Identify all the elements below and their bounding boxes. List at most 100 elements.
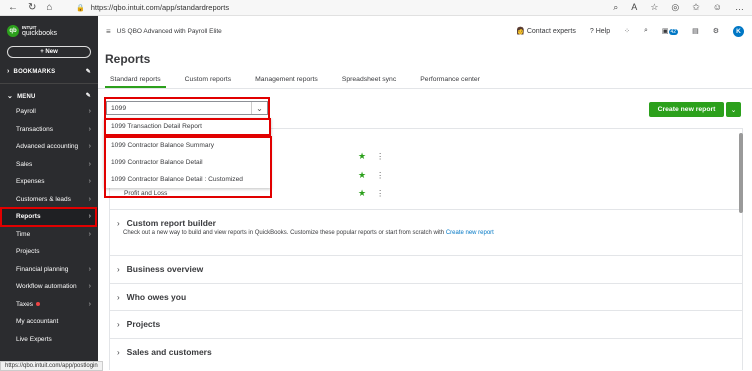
top-bar: ≡ US QBO Advanced with Payroll Elite 👩 C…	[98, 16, 752, 46]
section-projects: › Projects	[109, 310, 743, 337]
sidebar-item-payroll[interactable]: Payroll ›	[0, 103, 98, 121]
favorite-row: ★ ⋮	[358, 170, 384, 181]
back-icon[interactable]: ←	[8, 2, 18, 13]
lock-icon: 🔒	[76, 4, 85, 12]
pencil-icon[interactable]: ✎	[86, 92, 91, 99]
browser-toolbar: ← ↻ ⌂ 🔒 https://qbo.intuit.com/app/stand…	[0, 0, 752, 16]
sidebar-item-financial-planning[interactable]: Financial planning ›	[0, 261, 98, 279]
refresh-icon[interactable]: ↻	[28, 2, 36, 13]
gear-icon[interactable]: ⚙	[713, 27, 719, 35]
user-avatar[interactable]: K	[733, 25, 744, 37]
sidebar-item-sales[interactable]: Sales ›	[0, 156, 98, 174]
help-button[interactable]: ? Help	[590, 28, 610, 35]
chevron-right-icon: ›	[88, 160, 91, 168]
tab-standard-reports[interactable]: Standard reports	[105, 73, 166, 88]
scrollbar-thumb[interactable]	[739, 133, 743, 213]
section-custom-report-builder: › Custom report builder Check out a new w…	[109, 209, 743, 255]
sidebar-item-transactions[interactable]: Transactions ›	[0, 121, 98, 139]
chevron-right-icon: ›	[88, 143, 91, 151]
contact-experts-button[interactable]: 👩 Contact experts	[516, 27, 576, 35]
tab-performance-center[interactable]: Performance center	[415, 73, 485, 88]
section-description: Check out a new way to build and view re…	[123, 230, 494, 236]
highlight-first-option	[104, 118, 271, 136]
browser-tools: ⌕ A ☆ ◎ ✩ ☺ …	[613, 2, 752, 13]
section-header[interactable]: › Projects	[109, 311, 743, 337]
chevron-right-icon: ›	[88, 195, 91, 203]
menu-toggle-icon[interactable]: ≡	[106, 27, 111, 36]
apps-icon[interactable]: ⁘	[624, 27, 630, 35]
favorites-icon[interactable]: ✩	[692, 2, 700, 13]
notification-badge: 42	[668, 29, 679, 35]
create-new-report-button[interactable]: Create new report	[649, 102, 724, 117]
favorite-row: ★ ⋮	[358, 151, 384, 162]
read-aloud-icon[interactable]: A	[631, 2, 637, 13]
tab-management-reports[interactable]: Management reports	[250, 73, 323, 88]
quickbooks-logo[interactable]: qb INTUIT quickbooks	[0, 16, 98, 40]
section-header[interactable]: › Sales and customers	[109, 339, 743, 365]
qb-logo-icon: qb	[7, 24, 19, 37]
sidebar-item-time[interactable]: Time ›	[0, 226, 98, 244]
address-bar[interactable]: 🔒 https://qbo.intuit.com/app/standardrep…	[68, 2, 613, 14]
chevron-right-icon: ›	[117, 218, 120, 228]
profile-icon[interactable]: ☺	[713, 2, 722, 13]
create-report-menu-button[interactable]: ⌄	[726, 102, 741, 117]
tab-spreadsheet-sync[interactable]: Spreadsheet sync	[337, 73, 401, 88]
address-text: https://qbo.intuit.com/app/standardrepor…	[90, 3, 230, 12]
section-header[interactable]: › Business overview	[109, 256, 743, 282]
section-header[interactable]: › Who owes you	[109, 284, 743, 310]
sidebar-item-expenses[interactable]: Expenses ›	[0, 173, 98, 191]
page-title: Reports	[105, 52, 151, 66]
sidebar-item-live-experts[interactable]: Live Experts	[0, 331, 98, 349]
chat-icon: ▣	[661, 28, 669, 35]
chevron-right-icon: ›	[88, 300, 91, 308]
sidebar-item-my-accountant[interactable]: My accountant	[0, 313, 98, 331]
sidebar-item-workflow-automation[interactable]: Workflow automation ›	[0, 278, 98, 296]
new-button[interactable]: + New	[7, 46, 91, 58]
logo-name: quickbooks	[22, 29, 58, 37]
browser-nav: ← ↻ ⌂	[0, 2, 68, 13]
sidebar-item-taxes[interactable]: Taxes ›	[0, 296, 98, 314]
extensions-icon[interactable]: ◎	[671, 2, 679, 13]
chevron-right-icon: ›	[117, 292, 120, 302]
highlight-search	[104, 97, 270, 120]
section-who-owes-you: › Who owes you	[109, 283, 743, 310]
expert-avatar-icon: 👩	[516, 28, 525, 35]
chevron-right-icon: ›	[88, 125, 91, 133]
sidebar-item-projects[interactable]: Projects	[0, 243, 98, 261]
sidebar-item-customers-leads[interactable]: Customers & leads ›	[0, 191, 98, 209]
home-icon[interactable]: ⌂	[46, 2, 52, 13]
chevron-right-icon: ›	[88, 283, 91, 291]
bookmarks-section[interactable]: › BOOKMARKS ✎	[0, 64, 98, 79]
pencil-icon[interactable]: ✎	[86, 68, 91, 75]
notification-dot	[35, 301, 40, 306]
highlight-reports	[0, 207, 97, 227]
kebab-menu-icon[interactable]: ⋮	[376, 152, 384, 161]
notifications-button[interactable]: ▣ 42	[661, 27, 679, 35]
page-scrollbar[interactable]	[738, 128, 744, 368]
clipboard-icon[interactable]: ▤	[692, 27, 699, 35]
sidebar-item-advanced-accounting[interactable]: Advanced accounting ›	[0, 138, 98, 156]
report-tabs: Standard reports Custom reports Manageme…	[105, 73, 485, 88]
search-icon[interactable]: ⌕	[644, 27, 648, 35]
chevron-right-icon: ›	[88, 230, 91, 238]
chevron-right-icon: ›	[117, 319, 120, 329]
chevron-right-icon: ›	[7, 68, 10, 75]
star-filled-icon[interactable]: ★	[358, 151, 366, 162]
more-icon[interactable]: …	[735, 2, 744, 13]
kebab-menu-icon[interactable]: ⋮	[376, 189, 384, 198]
tab-custom-reports[interactable]: Custom reports	[180, 73, 236, 88]
chevron-right-icon: ›	[88, 178, 91, 186]
search-icon[interactable]: ⌕	[613, 2, 618, 13]
kebab-menu-icon[interactable]: ⋮	[376, 171, 384, 180]
company-name: US QBO Advanced with Payroll Elite	[116, 27, 222, 35]
chevron-down-icon: ⌄	[7, 92, 14, 100]
star-filled-icon[interactable]: ★	[358, 170, 366, 181]
sidebar: qb INTUIT quickbooks + New › BOOKMARKS ✎ …	[0, 16, 98, 371]
favorite-row: ★ ⋮	[358, 188, 384, 199]
highlight-other-options	[104, 136, 272, 198]
create-new-report-link[interactable]: Create new report	[446, 230, 494, 236]
star-icon[interactable]: ☆	[650, 2, 658, 13]
menu-section[interactable]: ⌄ MENU ✎	[0, 88, 98, 103]
star-filled-icon[interactable]: ★	[358, 188, 366, 199]
chevron-right-icon: ›	[88, 265, 91, 273]
